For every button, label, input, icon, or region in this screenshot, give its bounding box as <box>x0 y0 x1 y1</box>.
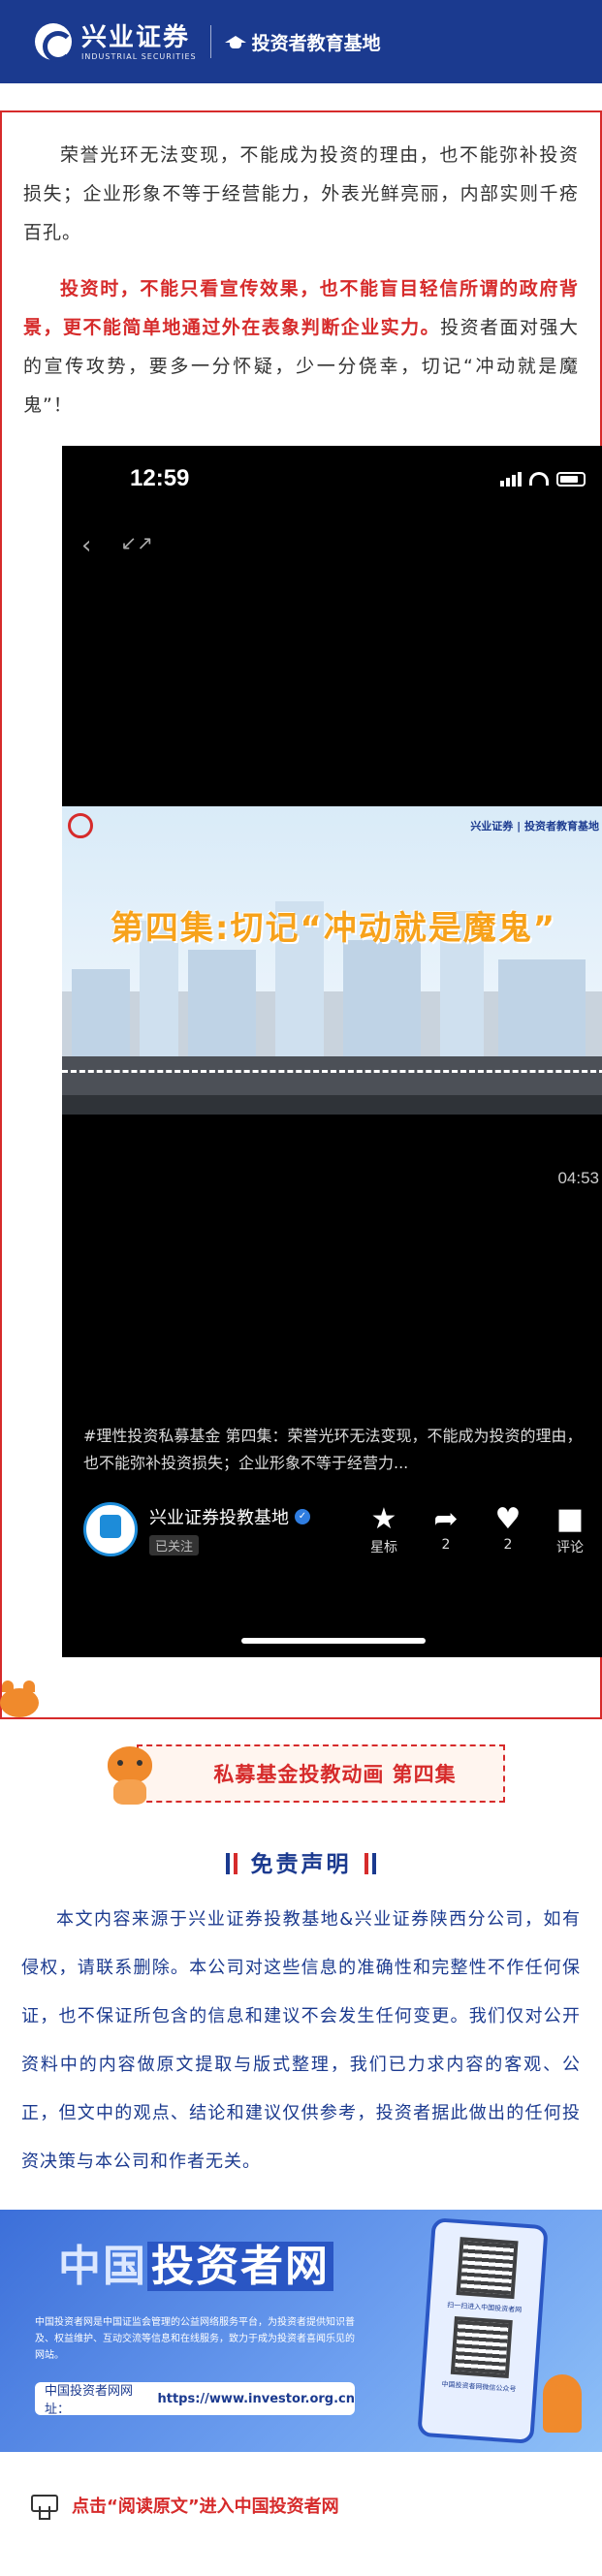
brand-name-en: INDUSTRIAL SECURITIES <box>81 51 197 61</box>
qr-caption-2: 中国投资者网微信公众号 <box>441 2380 517 2394</box>
share-count: 2 <box>441 1537 451 1553</box>
author-row: 兴业证券投教基地 ✓ 已关注 ★ 星标 ➦ 2 ♥ 2 ■ 评论 <box>83 1502 602 1556</box>
author-name-row[interactable]: 兴业证券投教基地 ✓ <box>149 1504 333 1529</box>
wifi-icon <box>529 472 549 486</box>
article-frame: 荣誉光环无法变现，不能成为投资的理由，也不能弥补投资损失；企业形象不等于经营能力… <box>0 110 602 1719</box>
disclaimer-title: 免责声明 <box>0 1845 602 1878</box>
qr-code-icon <box>450 2315 513 2378</box>
site-url-value: https://www.investor.org.cn <box>157 2391 356 2406</box>
author-avatar[interactable] <box>83 1502 138 1556</box>
app-header: 兴业证券 INDUSTRIAL SECURITIES 投资者教育基地 <box>0 0 602 83</box>
author-info: 兴业证券投教基地 ✓ 已关注 <box>149 1504 333 1555</box>
disclaimer-title-text: 免责声明 <box>250 1851 352 1877</box>
video-actions: ★ 星标 ➦ 2 ♥ 2 ■ 评论 <box>353 1502 601 1556</box>
investor-site-banner[interactable]: 中国投资者网 中国投资者网是中国证监会管理的公益网络服务平台，为投资者提供知识普… <box>0 2210 602 2452</box>
back-arrow-icon[interactable]: ‹ <box>81 531 91 560</box>
video-duration: 04:53 <box>557 1169 599 1187</box>
brand-name-cn: 兴业证券 <box>81 22 191 52</box>
comment-label: 评论 <box>556 1540 584 1555</box>
episode-banner-title: 私募基金投教动画 第四集 <box>136 1744 505 1803</box>
collapse-icon[interactable]: ↙↗ <box>120 531 153 560</box>
battery-icon <box>556 471 586 487</box>
investor-site-description: 中国投资者网是中国证监会管理的公益网络服务平台，为投资者提供知识普及、权益维护、… <box>35 2317 355 2361</box>
investor-site-url[interactable]: 中国投资者网网址： https://www.investor.org.cn <box>35 2382 356 2417</box>
industrial-securities-logo-icon <box>35 23 74 62</box>
qr-code-icon <box>456 2237 519 2300</box>
video-frame[interactable]: 兴业证券 | 投资者教育基地 第四集:切记“冲动就是魔鬼” <box>62 806 602 1115</box>
star-button[interactable]: ★ 星标 <box>353 1502 415 1556</box>
like-count: 2 <box>503 1537 513 1553</box>
investor-site-title: 中国投资者网 <box>58 2231 333 2293</box>
video-nav-controls: ‹ ↙↗ <box>81 531 153 560</box>
edu-base-text: 投资者教育基地 <box>251 32 381 54</box>
brand-text: 兴业证券 INDUSTRIAL SECURITIES <box>81 23 197 61</box>
title-bar-icon <box>364 1853 368 1874</box>
video-player[interactable]: 12:59 ‹ ↙↗ 兴业证券 | 投资者教育基地 第四集:切记“冲动就是魔鬼”… <box>62 446 602 1657</box>
status-bar: 12:59 <box>130 465 586 492</box>
csrc-logo-icon <box>68 813 93 838</box>
site-title-b: 投资者网 <box>147 2242 333 2291</box>
edu-base-label: 投资者教育基地 <box>224 29 381 55</box>
title-bar-icon <box>234 1853 238 1874</box>
star-label: 星标 <box>370 1540 397 1555</box>
read-more-text: 点击“阅读原文”进入中国投资者网 <box>72 2497 339 2517</box>
signal-icon <box>500 471 522 487</box>
road-graphic <box>62 1056 602 1115</box>
video-caption[interactable]: #理性投资私募基金 第四集：荣誉光环无法变现，不能成为投资的理由，也不能弥补投资… <box>83 1423 591 1477</box>
disclaimer-text: 本文内容来源于兴业证券投教基地&兴业证券陕西分公司，如有侵权，请联系删除。本公司… <box>21 1909 581 2172</box>
article-paragraph-1: 荣誉光环无法变现，不能成为投资的理由，也不能弥补投资损失；企业形象不等于经营能力… <box>23 144 579 243</box>
tiger-mascot-icon <box>98 1739 160 1806</box>
system-icons <box>500 471 586 487</box>
read-more-link[interactable]: 点击“阅读原文”进入中国投资者网 <box>29 2491 602 2520</box>
verified-icon: ✓ <box>295 1508 310 1524</box>
comment-button[interactable]: ■ 评论 <box>539 1502 601 1556</box>
person-illustration <box>543 2374 582 2433</box>
share-button[interactable]: ➦ 2 <box>415 1502 477 1556</box>
share-icon: ➦ <box>433 1502 459 1536</box>
header-divider <box>209 25 211 58</box>
title-bar-icon <box>226 1853 231 1874</box>
episode-banner: 私募基金投教动画 第四集 <box>98 1739 505 1806</box>
follow-badge[interactable]: 已关注 <box>149 1534 200 1555</box>
like-button[interactable]: ♥ 2 <box>477 1502 539 1556</box>
author-name: 兴业证券投教基地 <box>149 1507 289 1528</box>
episode-title: 第四集:切记“冲动就是魔鬼” <box>110 909 557 948</box>
qr-caption: 扫一扫进入中国投资者网 <box>446 2301 523 2314</box>
graduation-cap-icon <box>224 34 246 49</box>
article-paragraph-2: 投资时，不能只看宣传效果，也不能盲目轻信所谓的政府背景，更不能简单地通过外在表象… <box>23 269 579 424</box>
title-bar-icon <box>371 1853 376 1874</box>
status-time: 12:59 <box>130 465 190 491</box>
phone-mockup: 扫一扫进入中国投资者网 中国投资者网微信公众号 <box>417 2217 549 2444</box>
site-title-a: 中国 <box>58 2242 147 2291</box>
home-indicator <box>241 1638 426 1644</box>
heart-icon: ♥ <box>494 1502 522 1536</box>
video-frame-topbar: 兴业证券 | 投资者教育基地 <box>62 806 602 845</box>
video-frame-brands: 兴业证券 | 投资者教育基地 <box>470 820 599 832</box>
site-url-label: 中国投资者网网址： <box>45 2384 134 2417</box>
tiger-corner-icon <box>0 1681 43 1719</box>
star-icon: ★ <box>370 1502 397 1536</box>
pointing-hand-icon <box>29 2491 58 2520</box>
comment-icon: ■ <box>555 1502 585 1536</box>
